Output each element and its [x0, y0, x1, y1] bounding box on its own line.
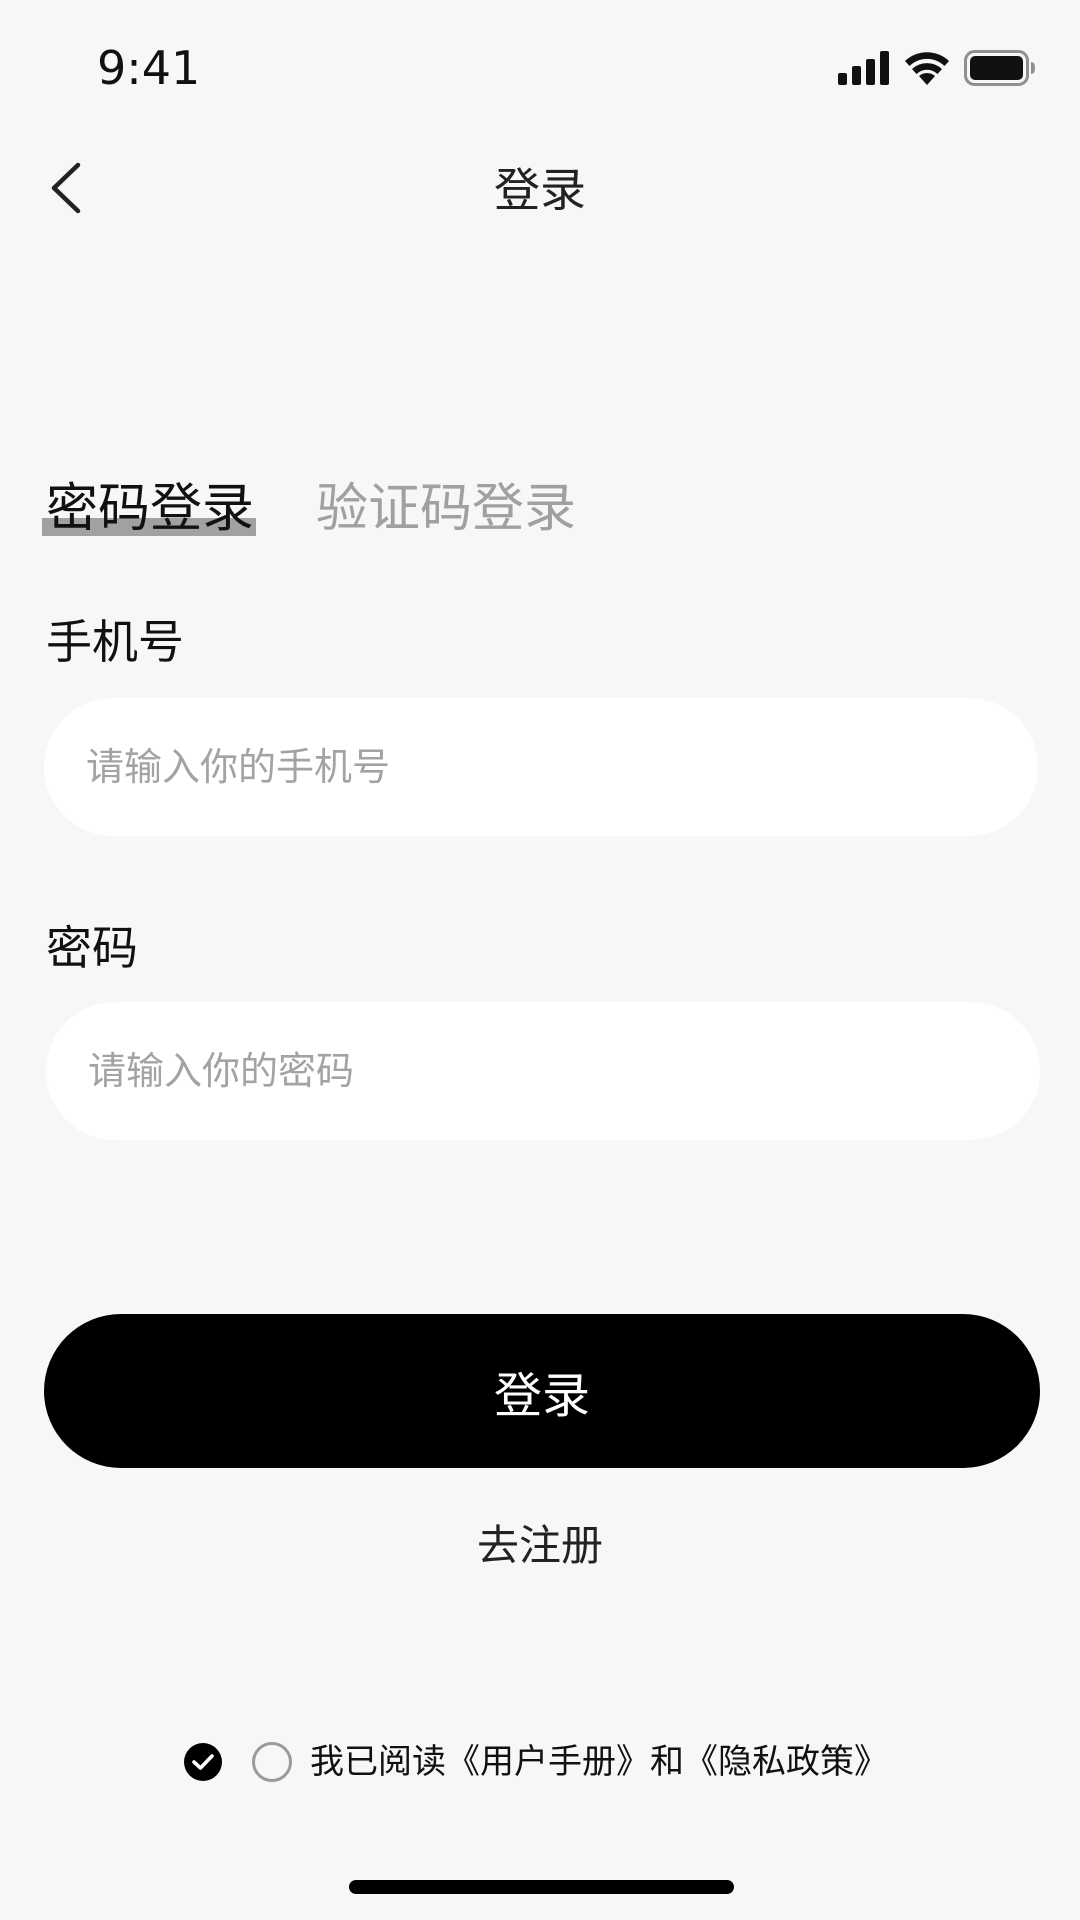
home-indicator[interactable] — [349, 1880, 734, 1894]
login-button-label: 登录 — [493, 1368, 590, 1424]
tab-code-login[interactable]: 验证码登录 — [316, 474, 576, 544]
status-time: 9:41 — [97, 41, 201, 95]
agreement-row: 我已阅读《用户手册》和《隐私政策》 — [184, 1742, 888, 1782]
radio-empty-icon[interactable] — [252, 1742, 292, 1782]
tab-password-login[interactable]: 密码登录 — [42, 474, 257, 544]
tab-label: 密码登录 — [46, 479, 255, 539]
page-title: 登录 — [494, 163, 586, 217]
wifi-icon — [904, 51, 950, 85]
agreement-text[interactable]: 我已阅读《用户手册》和《隐私政策》 — [310, 1742, 888, 1782]
battery-icon — [964, 50, 1036, 86]
cellular-signal-icon — [838, 51, 890, 85]
check-circle-filled-icon[interactable] — [184, 1743, 222, 1781]
login-button[interactable]: 登录 — [44, 1314, 1040, 1468]
register-link[interactable]: 去注册 — [0, 1516, 1080, 1576]
login-screen: 9:41 登录 密码登录 验证码登录 手机号 请输入你的手机号 密码 登录 去注… — [0, 0, 1080, 1920]
phone-label: 手机号 — [46, 615, 184, 669]
password-input[interactable] — [46, 1002, 1040, 1140]
phone-input[interactable] — [44, 698, 1038, 836]
tab-label: 验证码登录 — [316, 479, 577, 539]
status-icons — [838, 48, 1036, 88]
password-label: 密码 — [46, 921, 138, 975]
